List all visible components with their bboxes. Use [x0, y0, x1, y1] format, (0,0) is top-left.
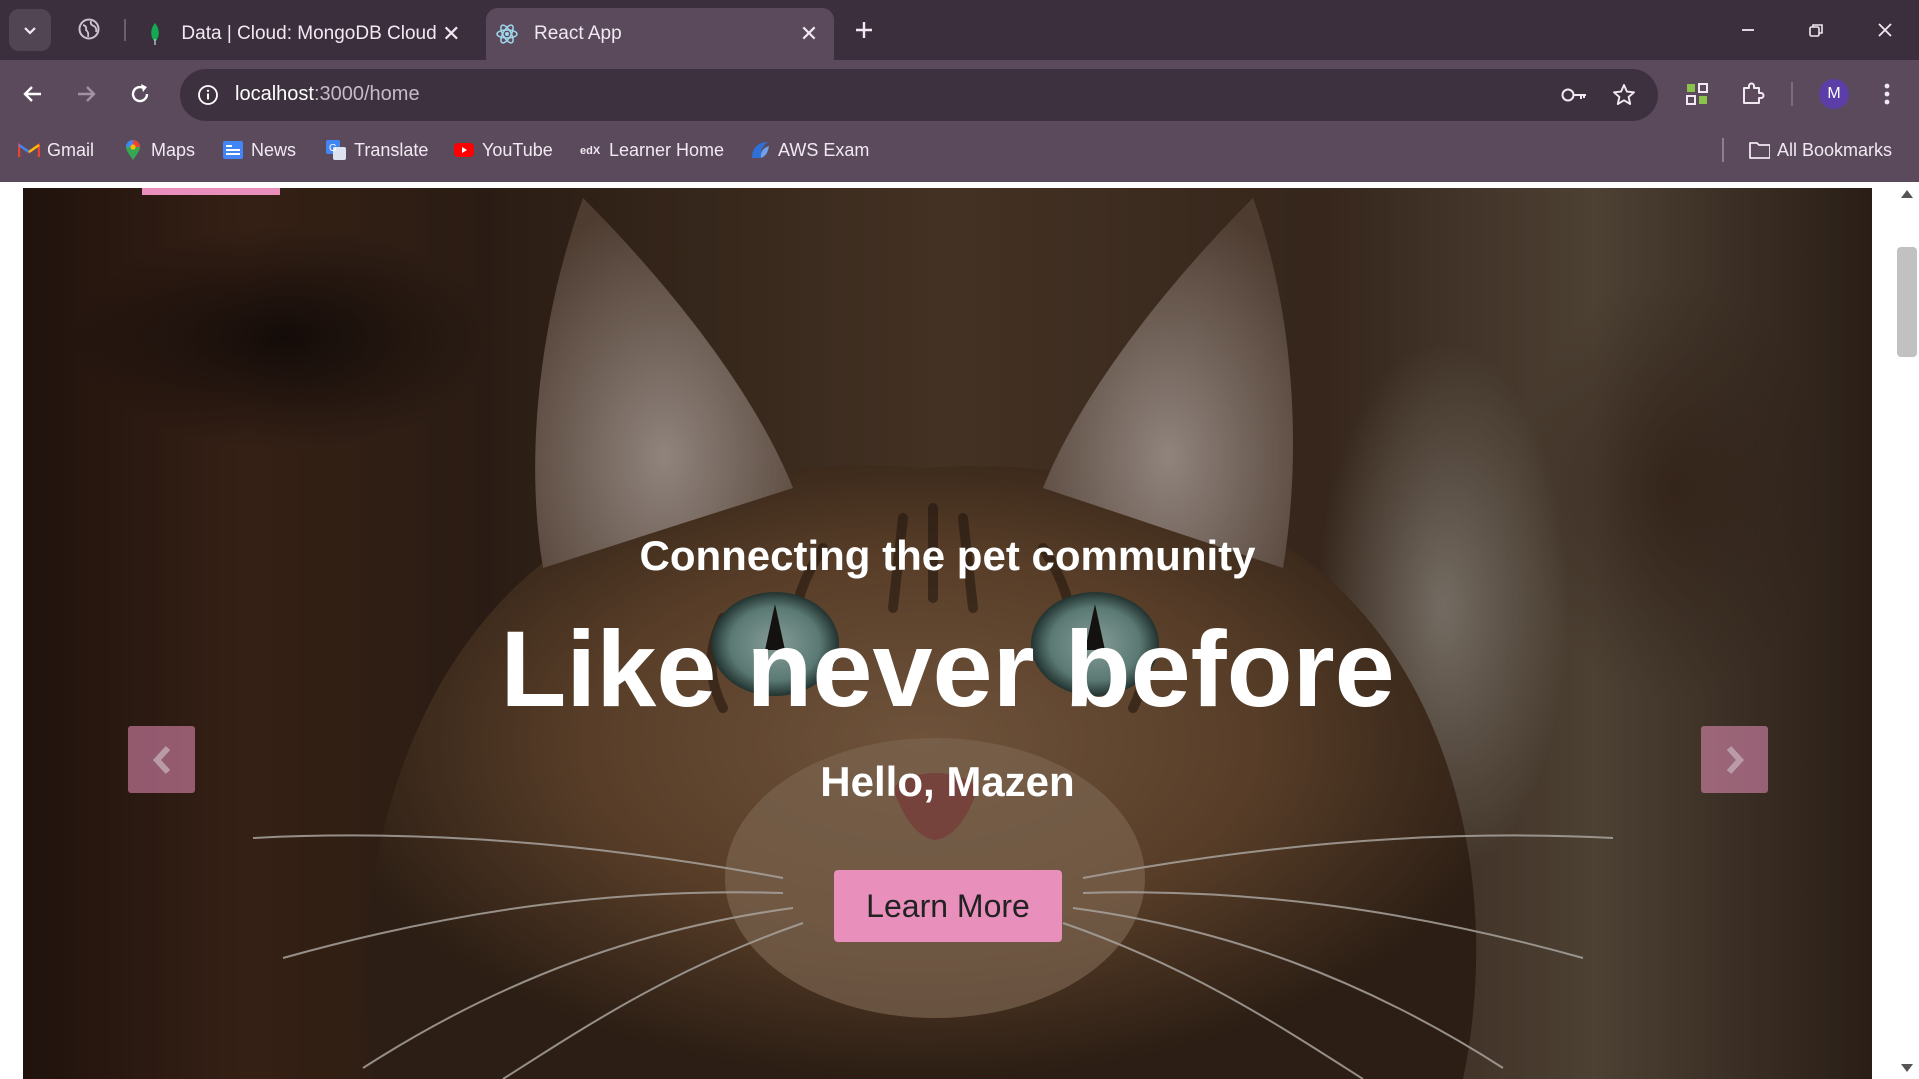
reload-button[interactable] — [121, 75, 159, 113]
folder-icon — [1748, 139, 1770, 161]
tab-search-button[interactable] — [9, 9, 51, 51]
bookmarks-separator — [1722, 138, 1724, 162]
chevron-left-icon — [152, 745, 170, 774]
close-icon — [1878, 23, 1892, 37]
scrollbar-thumb[interactable] — [1897, 247, 1917, 357]
bookmark-label: AWS Exam — [778, 139, 870, 160]
bookmark-news[interactable]: News — [222, 135, 296, 165]
url-host: localhost — [235, 83, 314, 105]
minimize-button[interactable] — [1725, 10, 1771, 50]
profile-avatar[interactable]: M — [1819, 79, 1849, 109]
maps-icon — [122, 139, 144, 161]
hero-subtitle: Connecting the pet community — [639, 532, 1256, 579]
bookmark-youtube[interactable]: YouTube — [453, 135, 553, 165]
toolbar-separator — [1791, 82, 1793, 106]
forward-button[interactable] — [67, 75, 105, 113]
learn-more-button[interactable]: Learn More — [834, 870, 1062, 942]
news-icon — [222, 139, 244, 161]
tab-separator — [124, 19, 126, 41]
svg-text:G: G — [329, 143, 337, 154]
bookmark-label: YouTube — [482, 139, 553, 160]
translate-icon: G — [325, 139, 347, 161]
tab-title: Data | Cloud: MongoDB Cloud — [181, 23, 437, 44]
aws-exam-icon — [749, 139, 771, 161]
scroll-up-arrow[interactable] — [1901, 190, 1913, 198]
tab-mongodb[interactable]: Data | Cloud: MongoDB Cloud ✕ — [134, 8, 476, 60]
url-text[interactable]: localhost:3000/home — [235, 83, 420, 106]
kebab-menu-icon[interactable] — [1868, 75, 1906, 113]
bookmark-label: Maps — [151, 139, 196, 160]
bookmark-label: Gmail — [47, 139, 95, 160]
svg-text:edX: edX — [580, 145, 601, 157]
site-info-icon[interactable] — [192, 79, 224, 111]
page-viewport: Connecting the pet community Like never … — [0, 182, 1919, 1079]
bookmarks-bar: Gmail Maps News G Translate YouTube edX … — [0, 131, 1919, 169]
globe-icon[interactable] — [74, 14, 104, 44]
hero-carousel: Connecting the pet community Like never … — [23, 188, 1872, 1079]
close-icon[interactable]: ✕ — [437, 19, 466, 49]
address-bar[interactable]: localhost:3000/home — [180, 69, 1658, 121]
qr-extension-icon[interactable] — [1678, 75, 1716, 113]
hero-greeting: Hello, Mazen — [820, 758, 1075, 805]
tab-strip: Data | Cloud: MongoDB Cloud ✕ React App … — [0, 0, 1919, 60]
all-bookmarks-button[interactable]: All Bookmarks — [1748, 135, 1892, 165]
restore-button[interactable] — [1793, 10, 1839, 50]
chevron-down-icon — [24, 27, 36, 35]
bookmark-aws-exam[interactable]: AWS Exam — [749, 135, 869, 165]
extensions-puzzle-icon[interactable] — [1734, 75, 1772, 113]
bookmark-label: News — [251, 139, 297, 160]
carousel-next-button[interactable] — [1701, 726, 1768, 793]
restore-icon — [1809, 24, 1823, 37]
bookmark-gmail[interactable]: Gmail — [18, 135, 94, 165]
arrow-left-icon — [23, 86, 41, 102]
all-bookmarks-label: All Bookmarks — [1777, 139, 1893, 160]
minimize-icon — [1742, 29, 1754, 31]
edx-icon: edX — [580, 139, 602, 161]
close-icon[interactable]: ✕ — [794, 19, 824, 49]
url-path: :3000/home — [313, 83, 420, 105]
plus-icon — [856, 22, 872, 38]
bookmark-translate[interactable]: G Translate — [325, 135, 428, 165]
bookmark-star-icon[interactable] — [1608, 79, 1640, 111]
gmail-icon — [18, 139, 40, 161]
tab-title: React App — [534, 23, 622, 44]
back-button[interactable] — [14, 75, 52, 113]
tab-react-app[interactable]: React App ✕ — [486, 8, 834, 60]
scroll-down-arrow[interactable] — [1901, 1064, 1913, 1072]
youtube-icon — [453, 139, 475, 161]
mongodb-leaf-icon — [142, 21, 167, 47]
reload-icon — [131, 84, 149, 103]
new-tab-button[interactable] — [848, 14, 880, 46]
hero-text: Connecting the pet community Like never … — [23, 188, 1872, 1079]
arrow-right-icon — [78, 86, 96, 102]
bookmark-label: Translate — [354, 139, 429, 160]
page-scrollbar[interactable] — [1895, 182, 1919, 1079]
hero-headline: Like never before — [500, 608, 1395, 729]
password-key-icon[interactable] — [1558, 79, 1590, 111]
close-window-button[interactable] — [1862, 10, 1908, 50]
bookmark-label: Learner Home — [609, 139, 725, 160]
chevron-right-icon — [1726, 745, 1744, 774]
bookmark-learner-home[interactable]: edX Learner Home — [580, 135, 724, 165]
react-atom-icon — [494, 21, 520, 47]
carousel-prev-button[interactable] — [128, 726, 195, 793]
bookmark-maps[interactable]: Maps — [122, 135, 195, 165]
